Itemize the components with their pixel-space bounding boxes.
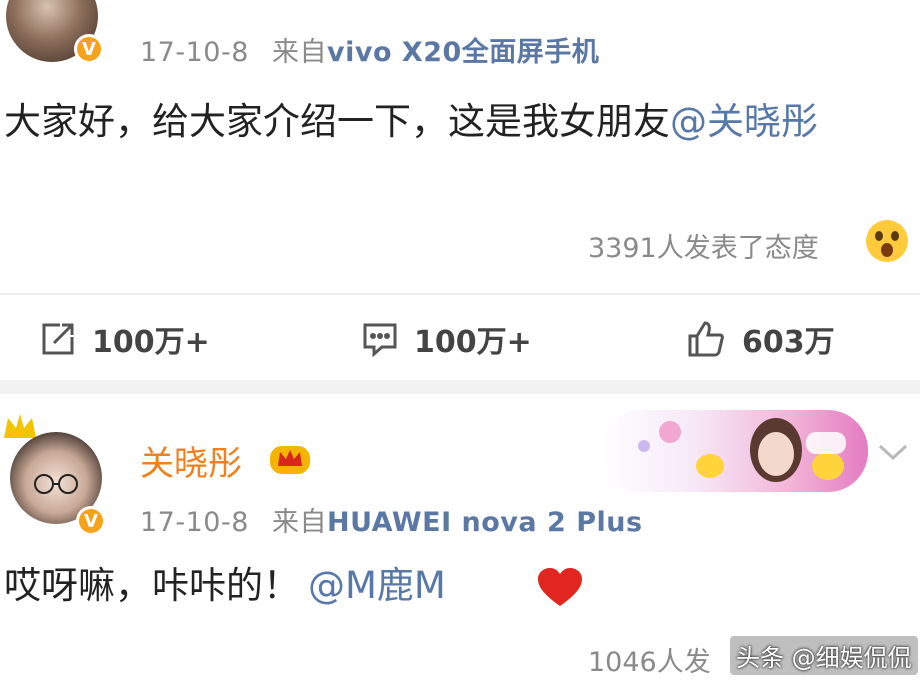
source-prefix: 来自	[271, 37, 327, 68]
post-meta: 17-10-8 来自vivo X20全面屏手机	[140, 30, 599, 69]
source-prefix: 来自	[271, 507, 327, 538]
divider	[0, 293, 920, 295]
crown-icon	[268, 440, 312, 476]
post-content: 哎呀嘛，咔咔的！ @M鹿M	[4, 558, 446, 614]
username[interactable]: 关晓彤	[140, 436, 242, 485]
like-count: 603万	[742, 325, 835, 360]
comment-button[interactable]: 100万+	[362, 314, 532, 364]
comment-count: 100万+	[414, 325, 532, 360]
chevron-down-icon[interactable]	[876, 440, 910, 464]
post-date: 17-10-8	[140, 507, 249, 538]
section-separator	[0, 380, 920, 394]
like-button[interactable]: 603万	[686, 314, 835, 364]
source-device[interactable]: vivo X20全面屏手机	[327, 37, 599, 68]
mention-link[interactable]: @关晓彤	[670, 100, 818, 143]
post-content: 大家好，给大家介绍一下，这是我女朋友@关晓彤	[4, 94, 904, 150]
post-text: 哎呀嘛，咔咔的！	[4, 564, 300, 607]
fan-card-banner[interactable]	[600, 410, 868, 492]
repost-button[interactable]: 100万+	[40, 314, 210, 364]
source-device[interactable]: HUAWEI nova 2 Plus	[327, 507, 643, 538]
comment-icon	[363, 323, 397, 357]
repost-count: 100万+	[92, 325, 210, 360]
mention-link[interactable]: @M鹿M	[308, 564, 446, 607]
watermark: 头条 @细娱侃侃	[730, 636, 918, 675]
post-date: 17-10-8	[140, 37, 249, 68]
verified-badge-icon: V	[74, 34, 104, 64]
reaction-count[interactable]: 3391人发表了态度	[588, 226, 819, 265]
thumbs-up-icon	[688, 321, 724, 357]
heart-icon	[536, 566, 584, 610]
verified-badge-icon: V	[76, 506, 106, 536]
reaction-count[interactable]: 1046人发	[588, 640, 711, 679]
post-meta: 17-10-8 来自HUAWEI nova 2 Plus	[140, 500, 643, 539]
repost-icon	[42, 323, 74, 355]
post-text: 大家好，给大家介绍一下，这是我女朋友	[4, 100, 670, 143]
surprised-emoji-icon[interactable]	[864, 218, 910, 264]
